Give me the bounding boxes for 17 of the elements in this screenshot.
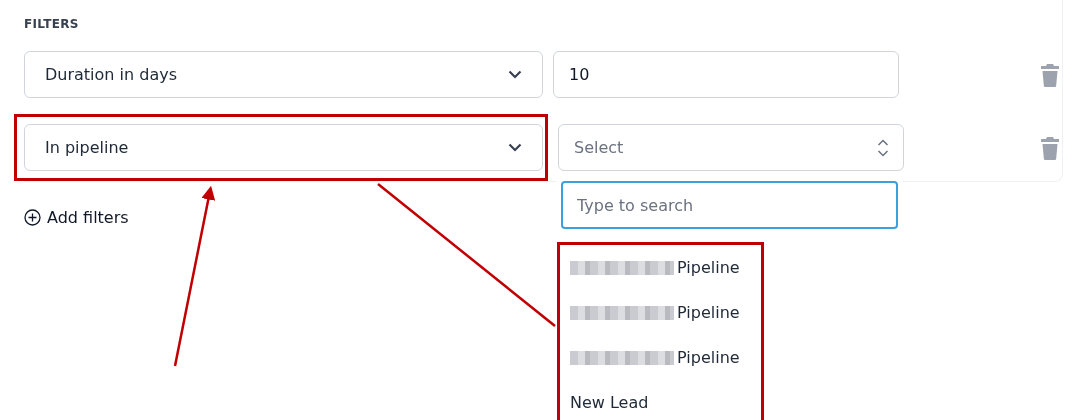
search-field[interactable]: Type to search	[561, 181, 898, 229]
dropdown-option[interactable]: Pipeline	[570, 290, 761, 335]
dropdown-option[interactable]: Pipeline	[570, 245, 761, 290]
field-select[interactable]: Duration in days	[24, 51, 543, 98]
field-select[interactable]: In pipeline	[24, 124, 543, 171]
up-down-chevron-icon	[877, 137, 889, 158]
trash-icon[interactable]	[1040, 62, 1060, 87]
chevron-down-icon	[508, 143, 522, 152]
plus-circle-icon	[24, 209, 41, 226]
value-input[interactable]: 10	[553, 51, 899, 98]
trash-icon[interactable]	[1040, 135, 1060, 160]
add-filters-button[interactable]: Add filters	[24, 208, 129, 227]
chevron-down-icon	[508, 70, 522, 79]
section-title: FILTERS	[24, 17, 80, 31]
value-select[interactable]: Select	[558, 124, 904, 171]
dropdown-option[interactable]: Pipeline	[570, 335, 761, 380]
dropdown-option[interactable]: New Lead	[570, 380, 761, 420]
